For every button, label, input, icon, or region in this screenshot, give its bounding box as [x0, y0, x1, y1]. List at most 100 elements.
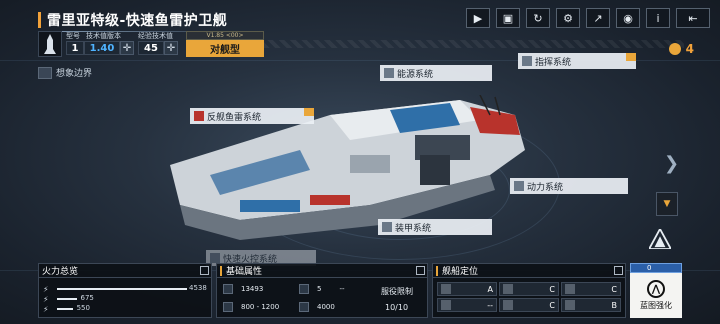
positioning-header: 舰船定位 [433, 264, 625, 278]
firepower-value: 4538 [189, 284, 207, 292]
page-title: 雷里亚特级-快速鱼雷护卫舰 [47, 13, 228, 29]
info-icon[interactable]: i [646, 8, 670, 28]
model-stats: 型号 技术值版本 经验技术值 1 1.40 ✛ 45 ✛ [64, 31, 184, 57]
tech-version-value: 1.40 [84, 41, 120, 55]
positioning-title: 舰船定位 [442, 267, 479, 277]
firepower-header: 火力总览 [39, 264, 211, 278]
positioning-accent [436, 265, 438, 276]
slots-icon [299, 284, 309, 294]
attributes-info-icon[interactable] [416, 266, 425, 275]
energy-icon [384, 68, 394, 78]
positioning-panel: 舰船定位 A C C -- C B [432, 263, 626, 318]
armor-system-label: 装甲系统 [395, 223, 432, 234]
toolbar: ▶ ▣ ↻ ⚙ ↗ ◉ i ⇤ [466, 8, 710, 28]
chevron-right-icon[interactable]: ❯ [664, 153, 679, 174]
firepower-icon: ⚡ [43, 304, 49, 314]
position-rating-1: A [487, 284, 493, 294]
firepower-value: 675 [80, 294, 94, 302]
position-cell-5: C [499, 298, 559, 312]
position-icon-5 [503, 300, 513, 310]
blueprint-enhance-button[interactable]: 0 ⋀ 蓝图强化 [630, 263, 682, 318]
blueprint-icon: ⋀ [647, 280, 665, 298]
title-bar: 雷里亚特级-快速鱼雷护卫舰 [38, 10, 227, 30]
power-system-label: 动力系统 [527, 182, 564, 193]
range-cell: 800 - 1200 [223, 300, 279, 314]
refresh-icon[interactable]: ↻ [526, 8, 550, 28]
range-icon [223, 302, 233, 312]
view-icon[interactable]: ◉ [616, 8, 640, 28]
ship-class-icon [38, 31, 62, 57]
cost-value: 4000 [317, 303, 335, 311]
back-icon[interactable]: ⇤ [676, 8, 710, 28]
cost-cell: 4000 [299, 300, 335, 314]
service-limit-label: 服役限制 [381, 286, 413, 296]
firepower-value: 550 [76, 304, 90, 312]
attributes-title: 基础属性 [226, 267, 263, 277]
torpedo-system-label: 反舰鱼雷系统 [207, 112, 262, 123]
position-icon-2 [503, 284, 513, 294]
power-icon [514, 181, 524, 191]
gallery-icon[interactable]: ▣ [496, 8, 520, 28]
boundary-toggle[interactable]: 想象边界 [38, 66, 92, 79]
currency: 4 [668, 42, 694, 56]
tech-version-add-button[interactable]: ✛ [120, 41, 134, 55]
boundary-label: 想象边界 [56, 69, 93, 79]
exp-value: 45 [138, 41, 164, 55]
firepower-row: ⚡ 4538 [43, 284, 211, 294]
model-value: 1 [66, 41, 84, 55]
position-rating-5: C [549, 300, 555, 310]
boundary-icon [38, 66, 52, 79]
range-value: 800 - 1200 [241, 303, 280, 311]
position-rating-6: B [611, 300, 618, 310]
settings-icon[interactable]: ⚙ [556, 8, 580, 28]
attributes-header: 基础属性 [217, 264, 427, 278]
firepower-icon: ⚡ [43, 294, 49, 304]
video-icon[interactable]: ▶ [466, 8, 490, 28]
header-stripe [264, 40, 684, 48]
position-cell-1: A [437, 282, 497, 296]
exp-add-button[interactable]: ✛ [164, 41, 178, 55]
attributes-panel: 基础属性 13493 5 -- 800 - 1200 4000 服役限制 10/… [216, 263, 428, 318]
expand-down-button[interactable]: ▼ [656, 192, 678, 216]
tech-version-label: 技术值版本 [86, 32, 121, 40]
command-flag-icon [626, 53, 636, 61]
position-rating-4: -- [487, 300, 493, 310]
slots-extra: -- [339, 285, 345, 293]
firepower-bar [57, 298, 77, 300]
currency-value: 4 [685, 42, 694, 56]
firepower-title: 火力总览 [42, 267, 79, 277]
rank-icon[interactable] [640, 224, 680, 254]
position-cell-2: C [499, 282, 559, 296]
slots-value: 5 [317, 285, 322, 293]
share-icon[interactable]: ↗ [586, 8, 610, 28]
position-icon-3 [565, 284, 575, 294]
position-cell-6: B [561, 298, 621, 312]
hp-icon [223, 284, 233, 294]
currency-icon [668, 43, 681, 55]
blueprint-main: ⋀ 蓝图强化 [630, 273, 682, 318]
armor-icon [382, 222, 392, 232]
torpedo-system-tag[interactable]: 反舰鱼雷系统 [190, 108, 314, 124]
energy-system-tag[interactable]: 能源系统 [380, 65, 492, 81]
armor-system-tag[interactable]: 装甲系统 [378, 219, 492, 235]
header: 雷里亚特级-快速鱼雷护卫舰 型号 技术值版本 经验技术值 1 1.40 ✛ 45… [0, 0, 720, 58]
firepower-bar [57, 288, 187, 290]
command-system-tag[interactable]: 指挥系统 [518, 53, 636, 69]
command-system-label: 指挥系统 [535, 57, 572, 68]
ship-type-box: V1.85 <00> 对舰型 [186, 31, 264, 57]
firepower-info-icon[interactable] [200, 266, 209, 275]
service-limit-value: 10/10 [385, 302, 409, 312]
model-label: 型号 [66, 32, 80, 40]
position-rating-2: C [549, 284, 555, 294]
position-icon-4 [441, 300, 451, 310]
cost-icon [299, 302, 309, 312]
torpedo-flag-icon [304, 108, 314, 116]
firepower-panel: 火力总览 ⚡ 4538 ⚡ 675 ⚡ 550 [38, 263, 212, 318]
positioning-info-icon[interactable] [614, 266, 623, 275]
command-icon [522, 56, 532, 66]
power-system-tag[interactable]: 动力系统 [510, 178, 628, 194]
blueprint-count: 0 [630, 263, 682, 273]
firepower-row: ⚡ 550 [43, 304, 211, 314]
position-cell-3: C [561, 282, 621, 296]
firepower-icon: ⚡ [43, 284, 49, 294]
